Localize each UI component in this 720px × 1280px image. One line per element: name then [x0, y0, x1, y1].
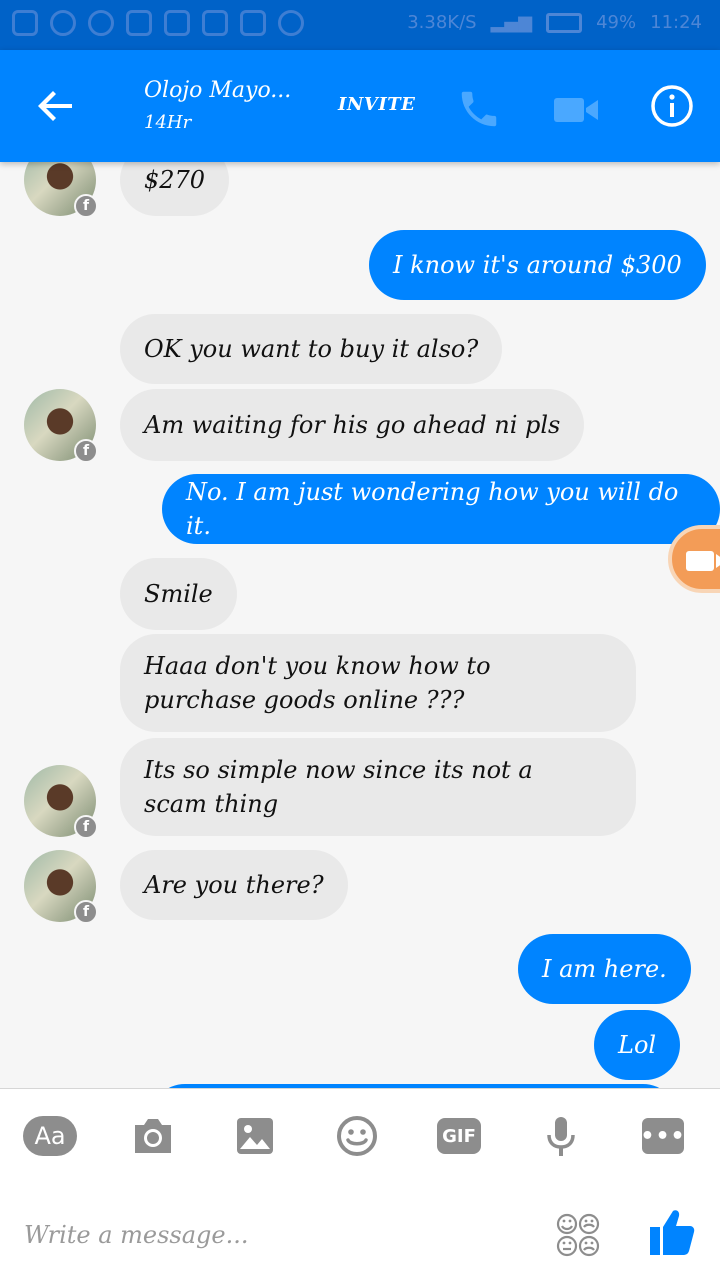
image-notification-icon: [164, 10, 190, 36]
thumbs-up-icon[interactable]: [648, 1207, 696, 1257]
message-bubble[interactable]: I know it's around $300: [369, 230, 706, 300]
contact-name[interactable]: Olojo Mayo...: [144, 78, 291, 103]
facebook-badge-icon: f: [74, 815, 98, 839]
message-bubble[interactable]: Haaa don't you know how to purchase good…: [120, 634, 636, 732]
back-arrow-icon[interactable]: [32, 82, 80, 130]
video-camera-icon[interactable]: [552, 90, 600, 130]
notification-icons: [12, 10, 304, 36]
message-bubble[interactable]: $270: [120, 162, 230, 216]
emoji-icon[interactable]: [329, 1113, 385, 1159]
message-bubble[interactable]: Its so simple now since its not a scam t…: [120, 738, 636, 836]
image-icon[interactable]: [227, 1113, 283, 1159]
message-bubble[interactable]: Smile: [120, 558, 237, 630]
notification-icon: [50, 10, 76, 36]
signal-icon: ▂▄▆: [490, 12, 533, 33]
microphone-icon[interactable]: [533, 1113, 589, 1159]
data-rate: 3.38K/S: [407, 12, 477, 33]
notification-icon: [126, 10, 152, 36]
message-bubble[interactable]: No. I am just wondering how you will do …: [162, 474, 720, 544]
facebook-badge-icon: f: [74, 439, 98, 463]
phone-icon[interactable]: [456, 86, 502, 132]
whatsapp-icon: [88, 10, 114, 36]
message-bubble[interactable]: Lol: [594, 1010, 681, 1080]
more-icon[interactable]: •••: [635, 1113, 691, 1159]
contact-avatar[interactable]: f: [24, 850, 98, 924]
message-bubble[interactable]: Are you there?: [120, 850, 348, 920]
status-bar: 3.38K/S ▂▄▆ 49% 11:24: [0, 0, 720, 50]
stickers-icon[interactable]: [556, 1213, 600, 1257]
contact-avatar[interactable]: f: [24, 389, 98, 463]
info-icon[interactable]: [650, 84, 694, 128]
gif-icon[interactable]: GIF: [431, 1113, 487, 1159]
message-bubble[interactable]: I am here.: [518, 934, 691, 1004]
contact-avatar[interactable]: f: [24, 765, 98, 839]
message-bubble[interactable]: OK you want to buy it also?: [120, 314, 503, 384]
contact-active-status: 14Hr: [144, 112, 192, 133]
invite-button[interactable]: INVITE: [338, 94, 415, 115]
message-thread[interactable]: f $270 I know it's around $300 OK you wa…: [0, 162, 720, 1088]
contact-avatar[interactable]: f: [24, 162, 98, 218]
battery-level: 49%: [596, 12, 637, 33]
message-input[interactable]: [24, 1217, 524, 1253]
video-camera-icon: [686, 551, 720, 571]
facebook-badge-icon: f: [74, 194, 98, 218]
camera-icon[interactable]: [125, 1113, 181, 1159]
notification-icon: [12, 10, 38, 36]
facebook-badge-icon: f: [74, 900, 98, 924]
twitter-icon: [202, 10, 228, 36]
battery-icon: [546, 12, 583, 33]
facebook-notification-icon: [278, 10, 304, 36]
message-bubble[interactable]: Am waiting for his go ahead ni pls: [120, 389, 585, 461]
conversation-header: Olojo Mayo... 14Hr INVITE: [0, 50, 720, 162]
aa-icon[interactable]: Aa: [22, 1113, 78, 1159]
clock: 11:24: [650, 12, 702, 33]
message-composer: Aa GIF •••: [0, 1088, 720, 1280]
message-notification-icon: [240, 10, 266, 36]
